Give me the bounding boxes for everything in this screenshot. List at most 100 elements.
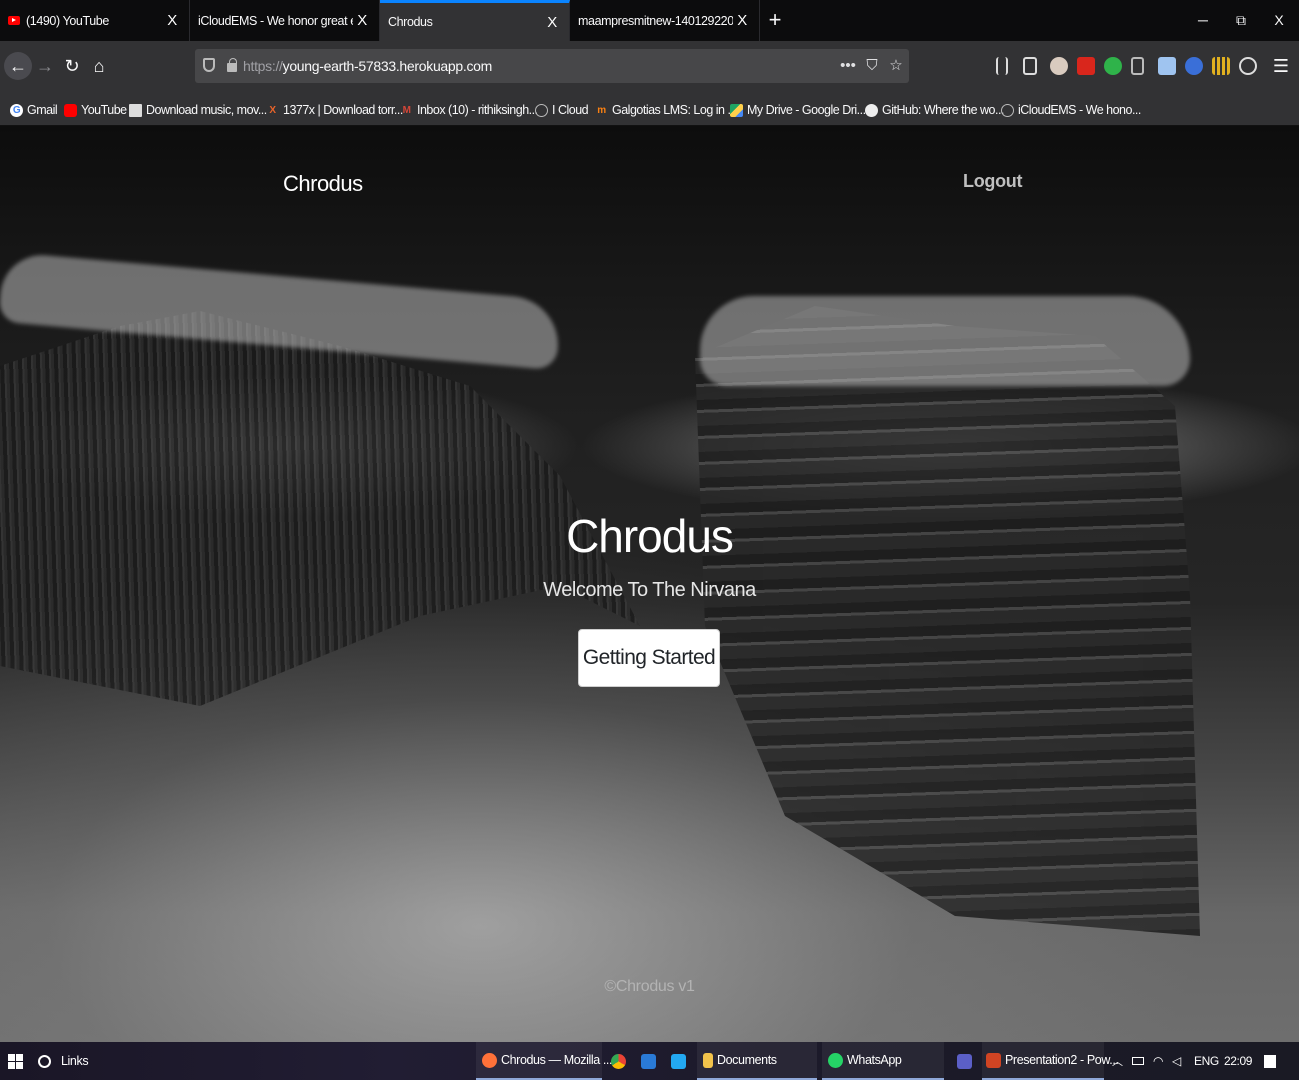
windows-start-icon[interactable] — [8, 1054, 23, 1069]
tab-icloudems[interactable]: iCloudEMS - We honor great educa X — [190, 0, 380, 41]
restore-button[interactable]: ⧉ — [1222, 0, 1260, 41]
bookmark-youtube[interactable]: YouTube — [64, 101, 127, 119]
nav-brand[interactable]: Chrodus — [283, 171, 363, 197]
taskbar-chrome[interactable] — [604, 1042, 632, 1080]
tray-chevron-icon[interactable]: ︿ — [1112, 1042, 1123, 1080]
bookmark-galgotias-lms[interactable]: m Galgotias LMS: Log in ... — [595, 101, 737, 119]
extension-blue-icon[interactable] — [1158, 57, 1176, 75]
whatsapp-icon — [828, 1052, 843, 1068]
taskbar-vscode[interactable] — [664, 1042, 692, 1080]
close-tab-icon[interactable]: X — [543, 14, 561, 31]
chrome-icon — [610, 1053, 626, 1069]
taskbar-powerpoint[interactable]: Presentation2 - Pow... — [982, 1042, 1119, 1080]
extension-notes-icon[interactable] — [1131, 57, 1144, 75]
youtube-icon — [64, 103, 77, 117]
battery-icon[interactable] — [1132, 1042, 1144, 1080]
logout-link[interactable]: Logout — [963, 171, 1022, 192]
wifi-icon[interactable]: ◠ — [1153, 1042, 1163, 1080]
gmail-icon: M — [402, 104, 411, 116]
notifications-icon[interactable] — [1264, 1042, 1276, 1080]
navigation-toolbar: ← → ↻ ⌂ https://young-earth-57833.heroku… — [0, 41, 1299, 92]
extension-avatar-icon[interactable] — [1050, 57, 1068, 75]
google-icon: G — [10, 103, 23, 117]
firefox-icon — [482, 1052, 497, 1068]
page-icon — [129, 103, 142, 117]
bookmark-inbox[interactable]: M Inbox (10) - rithiksingh... — [400, 101, 539, 119]
page-actions-icon[interactable]: ••• — [838, 56, 858, 76]
tracking-protection-shield-icon[interactable] — [203, 58, 215, 72]
forward-button[interactable]: → — [31, 52, 59, 80]
url-protocol: https:// — [243, 58, 283, 74]
url-bar[interactable]: https://young-earth-57833.herokuapp.com … — [195, 49, 909, 83]
tab-title: Chrodus — [388, 15, 433, 29]
minimize-button[interactable]: ─ — [1184, 0, 1222, 41]
close-tab-icon[interactable]: X — [733, 12, 751, 29]
background-woodpile-right — [695, 306, 1200, 936]
bookmark-label: My Drive - Google Dri... — [747, 103, 866, 117]
github-icon — [865, 103, 878, 117]
taskbar-label: WhatsApp — [847, 1053, 902, 1067]
globe-icon — [535, 103, 548, 117]
bookmark-label: Inbox (10) - rithiksingh... — [417, 103, 538, 117]
extension-film-icon[interactable] — [1239, 57, 1257, 75]
menu-icon[interactable]: ☰ — [1268, 52, 1294, 80]
taskbar-teams[interactable] — [950, 1042, 978, 1080]
windows-taskbar: Links Chrodus — Mozilla ... Documents Wh… — [0, 1042, 1299, 1080]
taskbar-firefox[interactable]: Chrodus — Mozilla ... — [476, 1042, 612, 1080]
url-text[interactable]: https://young-earth-57833.herokuapp.com — [243, 58, 492, 74]
reload-button[interactable]: ↻ — [58, 52, 86, 80]
tab-strip: (1490) YouTube X iCloudEMS - We honor gr… — [0, 0, 1299, 41]
bookmark-gmail[interactable]: G Gmail — [10, 101, 58, 119]
taskbar-documents[interactable]: Documents — [697, 1042, 817, 1080]
bookmark-label: 1377x | Download torr... — [283, 103, 403, 117]
tab-title: iCloudEMS - We honor great educa — [198, 13, 353, 28]
new-tab-button[interactable]: + — [762, 5, 788, 35]
close-tab-icon[interactable]: X — [163, 12, 181, 29]
bookmark-1377x[interactable]: X 1377x | Download torr... — [266, 101, 403, 119]
back-button[interactable]: ← — [4, 52, 32, 80]
x-icon: X — [269, 104, 276, 116]
extension-bars-icon[interactable] — [1212, 57, 1230, 75]
lock-icon[interactable] — [227, 58, 237, 72]
taskbar-whatsapp[interactable]: WhatsApp — [822, 1042, 944, 1080]
mail-icon — [640, 1053, 656, 1069]
bookmark-label: Gmail — [27, 103, 58, 117]
window-close-button[interactable]: X — [1260, 0, 1298, 41]
clock[interactable]: 22:09 — [1224, 1042, 1252, 1080]
bookmark-icloud[interactable]: I Cloud — [535, 101, 589, 119]
bookmark-star-icon[interactable]: ☆ — [886, 56, 906, 76]
bookmark-label: I Cloud — [552, 103, 589, 117]
hero-title: Chrodus — [566, 510, 734, 562]
folder-icon — [703, 1052, 713, 1068]
sidebar-icon[interactable] — [1023, 57, 1037, 75]
getting-started-button[interactable]: Getting Started — [578, 629, 720, 687]
search-label: Links — [61, 1054, 89, 1068]
close-tab-icon[interactable]: X — [353, 12, 371, 29]
pocket-icon[interactable]: ⛉ — [862, 56, 882, 76]
url-host: young-earth-57833.herokuapp.com — [282, 58, 493, 74]
bookmark-google-drive[interactable]: My Drive - Google Dri... — [730, 101, 866, 119]
bookmark-label: iCloudEMS - We hono... — [1018, 103, 1141, 117]
bookmark-icloudems[interactable]: iCloudEMS - We hono... — [1001, 101, 1141, 119]
tab-youtube[interactable]: (1490) YouTube X — [0, 0, 190, 41]
extension-red-icon[interactable] — [1077, 57, 1095, 75]
bookmark-github[interactable]: GitHub: Where the wo... — [865, 101, 1004, 119]
bookmark-download-music[interactable]: Download music, mov... — [129, 101, 267, 119]
taskbar-search[interactable]: Links — [38, 1042, 89, 1080]
language-indicator[interactable]: ENG — [1194, 1042, 1219, 1080]
volume-icon[interactable]: ◁ — [1172, 1042, 1181, 1080]
taskbar-label: Chrodus — Mozilla ... — [501, 1053, 613, 1067]
library-icon[interactable] — [996, 57, 1008, 75]
tab-title: maampresmitnew-140129220343-p — [578, 13, 733, 28]
tab-maampresmitnew[interactable]: maampresmitnew-140129220343-p X — [570, 0, 760, 41]
tab-chrodus[interactable]: Chrodus X — [380, 0, 570, 41]
powerpoint-icon — [986, 1052, 1001, 1068]
bookmarks-bar: G Gmail YouTube Download music, mov... X1… — [0, 92, 1299, 126]
extension-green-icon[interactable] — [1104, 57, 1122, 75]
vscode-icon — [670, 1053, 686, 1069]
taskbar-label: Presentation2 - Pow... — [1005, 1053, 1119, 1067]
taskbar-mail[interactable] — [634, 1042, 662, 1080]
extension-cursor-icon[interactable] — [1185, 57, 1203, 75]
page-viewport: Chrodus Logout Chrodus Welcome To The Ni… — [0, 126, 1299, 1042]
home-button[interactable]: ⌂ — [85, 52, 113, 80]
